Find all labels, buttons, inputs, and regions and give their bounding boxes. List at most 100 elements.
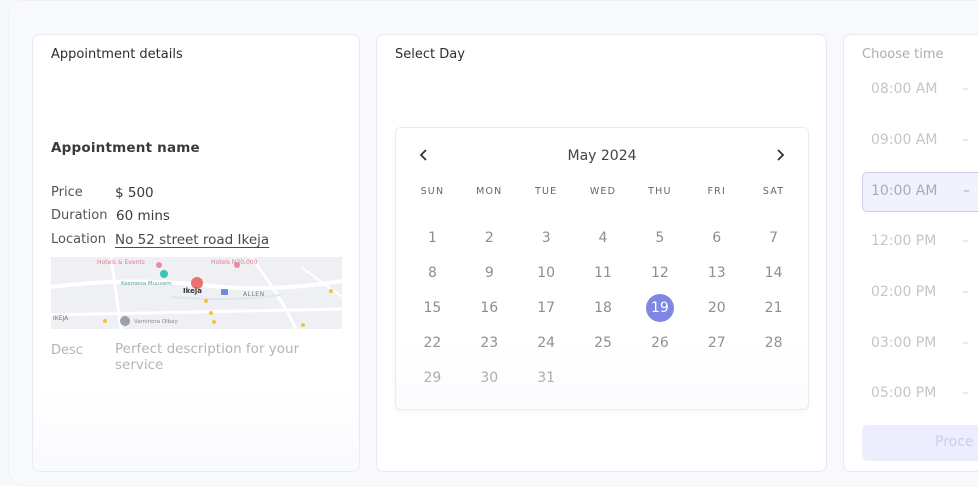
weekday-label: WED	[589, 186, 617, 197]
weekday-label: SAT	[762, 186, 785, 197]
calendar-day[interactable]: 8	[404, 259, 461, 287]
time-slot-separator: –	[963, 183, 970, 199]
appointment-details-card: Appointment details Appointment name Pri…	[32, 34, 360, 472]
time-slot-label: 09:00 AM	[871, 132, 938, 148]
calendar-day[interactable]: 7	[745, 224, 802, 252]
time-slot[interactable]: 05:00 PM –	[862, 374, 978, 414]
calendar-day	[745, 364, 802, 392]
map-label-hotel2: Hotels N30,000	[211, 259, 258, 266]
weekday-label: TUE	[534, 186, 558, 197]
calendar-day[interactable]: 31	[518, 364, 575, 392]
time-slot-label: 02:00 PM	[871, 284, 937, 300]
weekday-label: MON	[476, 186, 503, 197]
calendar-day[interactable]: 12	[631, 259, 688, 287]
calendar-day[interactable]: 17	[518, 294, 575, 322]
calendar-day[interactable]: 20	[688, 294, 745, 322]
calendar-day[interactable]: 28	[745, 329, 802, 357]
select-day-card: Select Day May 2024 SUN MON TUE WED THU …	[376, 34, 827, 472]
duration-value: 60 mins	[116, 208, 170, 224]
time-slot-selected[interactable]: 10:00 AM –	[862, 172, 978, 212]
calendar-day[interactable]: 15	[404, 294, 461, 322]
location-link[interactable]: No 52 street road Ikeja	[115, 232, 269, 248]
calendar-day[interactable]: 13	[688, 259, 745, 287]
time-slot-label: 03:00 PM	[871, 335, 937, 351]
calendar-day[interactable]: 16	[461, 294, 518, 322]
calendar-day[interactable]: 4	[575, 224, 632, 252]
proceed-button[interactable]: Proce	[862, 425, 978, 461]
calendar-day[interactable]: 22	[404, 329, 461, 357]
calendar-day	[631, 364, 688, 392]
weekday-header: SUN MON TUE WED THU FRI SAT	[404, 186, 802, 197]
map-label-place1: Kosmona Muuvem	[121, 281, 172, 287]
calendar-day[interactable]: 5	[631, 224, 688, 252]
calendar-day[interactable]: 26	[631, 329, 688, 357]
calendar-day[interactable]: 29	[404, 364, 461, 392]
calendar-day[interactable]: 27	[688, 329, 745, 357]
weekday-label: SUN	[420, 186, 445, 197]
calendar-day[interactable]: 30	[461, 364, 518, 392]
calendar-day[interactable]: 25	[575, 329, 632, 357]
selected-day-label: 19	[645, 294, 674, 322]
time-slot-separator: –	[962, 335, 969, 351]
time-slot-separator: –	[962, 385, 969, 401]
price-label: Price	[51, 185, 83, 200]
time-slot-separator: –	[962, 132, 969, 148]
calendar-day[interactable]: 11	[575, 259, 632, 287]
time-slot[interactable]: 12:00 PM –	[862, 222, 978, 262]
location-label: Location	[51, 232, 106, 247]
calendar-day[interactable]: 14	[745, 259, 802, 287]
calendar-day[interactable]: 2	[461, 224, 518, 252]
appointment-name: Appointment name	[51, 140, 200, 156]
time-slot-label: 05:00 PM	[871, 385, 937, 401]
calendar-month: May 2024	[567, 148, 637, 164]
calendar-day[interactable]: 6	[688, 224, 745, 252]
calendar-day	[688, 364, 745, 392]
calendar-week: 29 30 31	[404, 364, 802, 392]
time-slot-label: 12:00 PM	[871, 233, 937, 249]
time-slot-label: 08:00 AM	[871, 81, 938, 97]
calendar-day	[575, 364, 632, 392]
choose-time-card: Choose time 08:00 AM – 09:00 AM – 10:00 …	[843, 34, 978, 472]
calendar-day[interactable]: 21	[745, 294, 802, 322]
map-label-hotel1: Hotels & Events	[97, 259, 145, 266]
chevron-right-icon[interactable]	[771, 148, 789, 166]
calendar-week: 1 2 3 4 5 6 7	[404, 224, 802, 252]
calendar-day[interactable]: 18	[575, 294, 632, 322]
map-label-street: ALLEN	[243, 291, 265, 298]
calendar-day[interactable]: 3	[518, 224, 575, 252]
choose-time-title: Choose time	[862, 47, 944, 62]
time-slot-separator: –	[962, 233, 969, 249]
time-slot-label: 10:00 AM	[871, 183, 938, 199]
calendar-day[interactable]: 1	[404, 224, 461, 252]
desc-value: Perfect description for your service	[115, 341, 300, 373]
card-fade	[33, 391, 359, 471]
time-slot[interactable]: 08:00 AM –	[862, 70, 978, 110]
time-slot[interactable]: 09:00 AM –	[862, 121, 978, 161]
map-label-place2: Vaminora Olbay	[134, 319, 178, 325]
calendar-week: 22 23 24 25 26 27 28	[404, 329, 802, 357]
time-slot-separator: –	[962, 284, 969, 300]
calendar-week: 15 16 17 18 19 20 21	[404, 294, 802, 322]
calendar-header: May 2024	[396, 146, 808, 168]
appointment-details-title: Appointment details	[51, 47, 183, 62]
calendar: May 2024 SUN MON TUE WED THU FRI SAT 1 2…	[395, 127, 809, 410]
proceed-button-label: Proce	[935, 434, 974, 450]
price-value: $ 500	[115, 185, 154, 201]
map-label-city-upper: IKEJA	[53, 315, 69, 322]
weekday-label: THU	[648, 186, 672, 197]
time-slot[interactable]: 03:00 PM –	[862, 324, 978, 364]
calendar-day[interactable]: 23	[461, 329, 518, 357]
time-slot[interactable]: 02:00 PM –	[862, 273, 978, 313]
location-map[interactable]: Hotels & Events Hotels N30,000 Kosmona M…	[51, 257, 342, 329]
select-day-title: Select Day	[395, 47, 465, 62]
calendar-day-selected[interactable]: 19	[631, 294, 688, 322]
weekday-label: FRI	[707, 186, 726, 197]
calendar-day[interactable]: 9	[461, 259, 518, 287]
map-label-city: Ikeja	[183, 287, 202, 295]
time-slot-separator: –	[962, 81, 969, 97]
calendar-week: 8 9 10 11 12 13 14	[404, 259, 802, 287]
desc-label: Desc	[51, 343, 83, 358]
calendar-day[interactable]: 10	[518, 259, 575, 287]
calendar-day[interactable]: 24	[518, 329, 575, 357]
duration-label: Duration	[51, 208, 108, 223]
